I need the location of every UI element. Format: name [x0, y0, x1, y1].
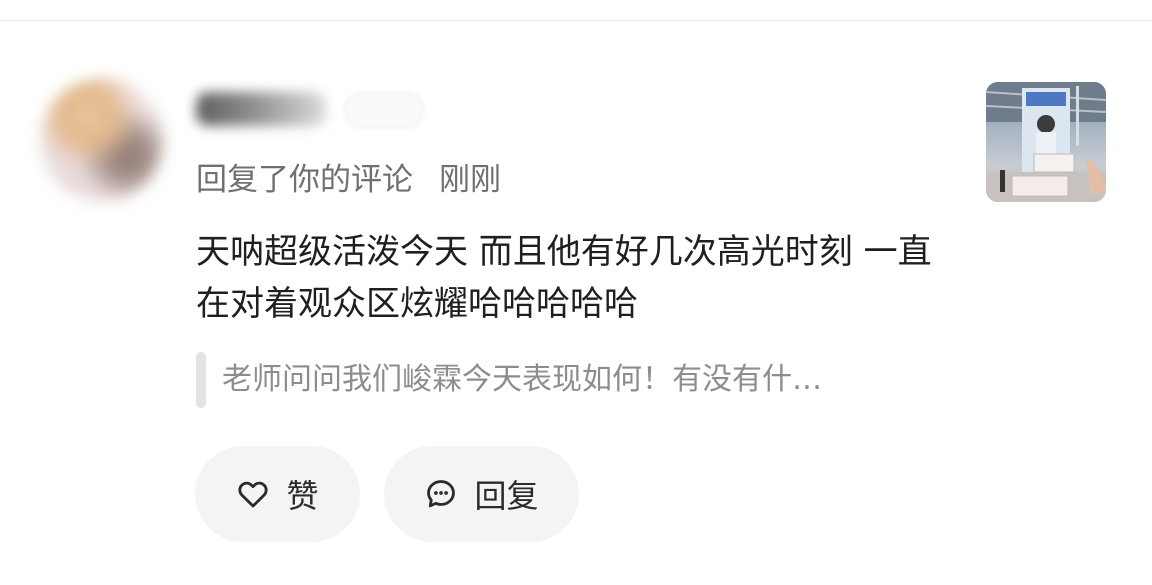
notification-meta: 回复了你的评论 刚刚: [196, 160, 501, 200]
user-avatar[interactable]: [40, 78, 164, 202]
heart-outline-icon: [238, 481, 269, 508]
quoted-comment[interactable]: 老师问问我们峻霖今天表现如何！有没有什…: [222, 359, 962, 401]
top-divider: [0, 20, 1152, 21]
reply-label: 回复: [474, 477, 539, 515]
post-thumbnail-image: [986, 82, 1106, 202]
quote-bar: [196, 352, 206, 408]
action-text: 回复了你的评论: [196, 162, 413, 198]
timestamp: 刚刚: [439, 162, 501, 198]
level-badge: [344, 92, 424, 128]
chat-bubble-icon: [427, 480, 456, 508]
like-button[interactable]: 赞: [195, 446, 360, 542]
username[interactable]: [196, 92, 326, 126]
reply-button[interactable]: 回复: [384, 446, 579, 542]
post-thumbnail[interactable]: [986, 82, 1106, 202]
comment-text[interactable]: 天呐超级活泼今天 而且他有好几次高光时刻 一直在对着观众区炫耀哈哈哈哈哈: [196, 226, 936, 330]
like-label: 赞: [286, 477, 319, 515]
